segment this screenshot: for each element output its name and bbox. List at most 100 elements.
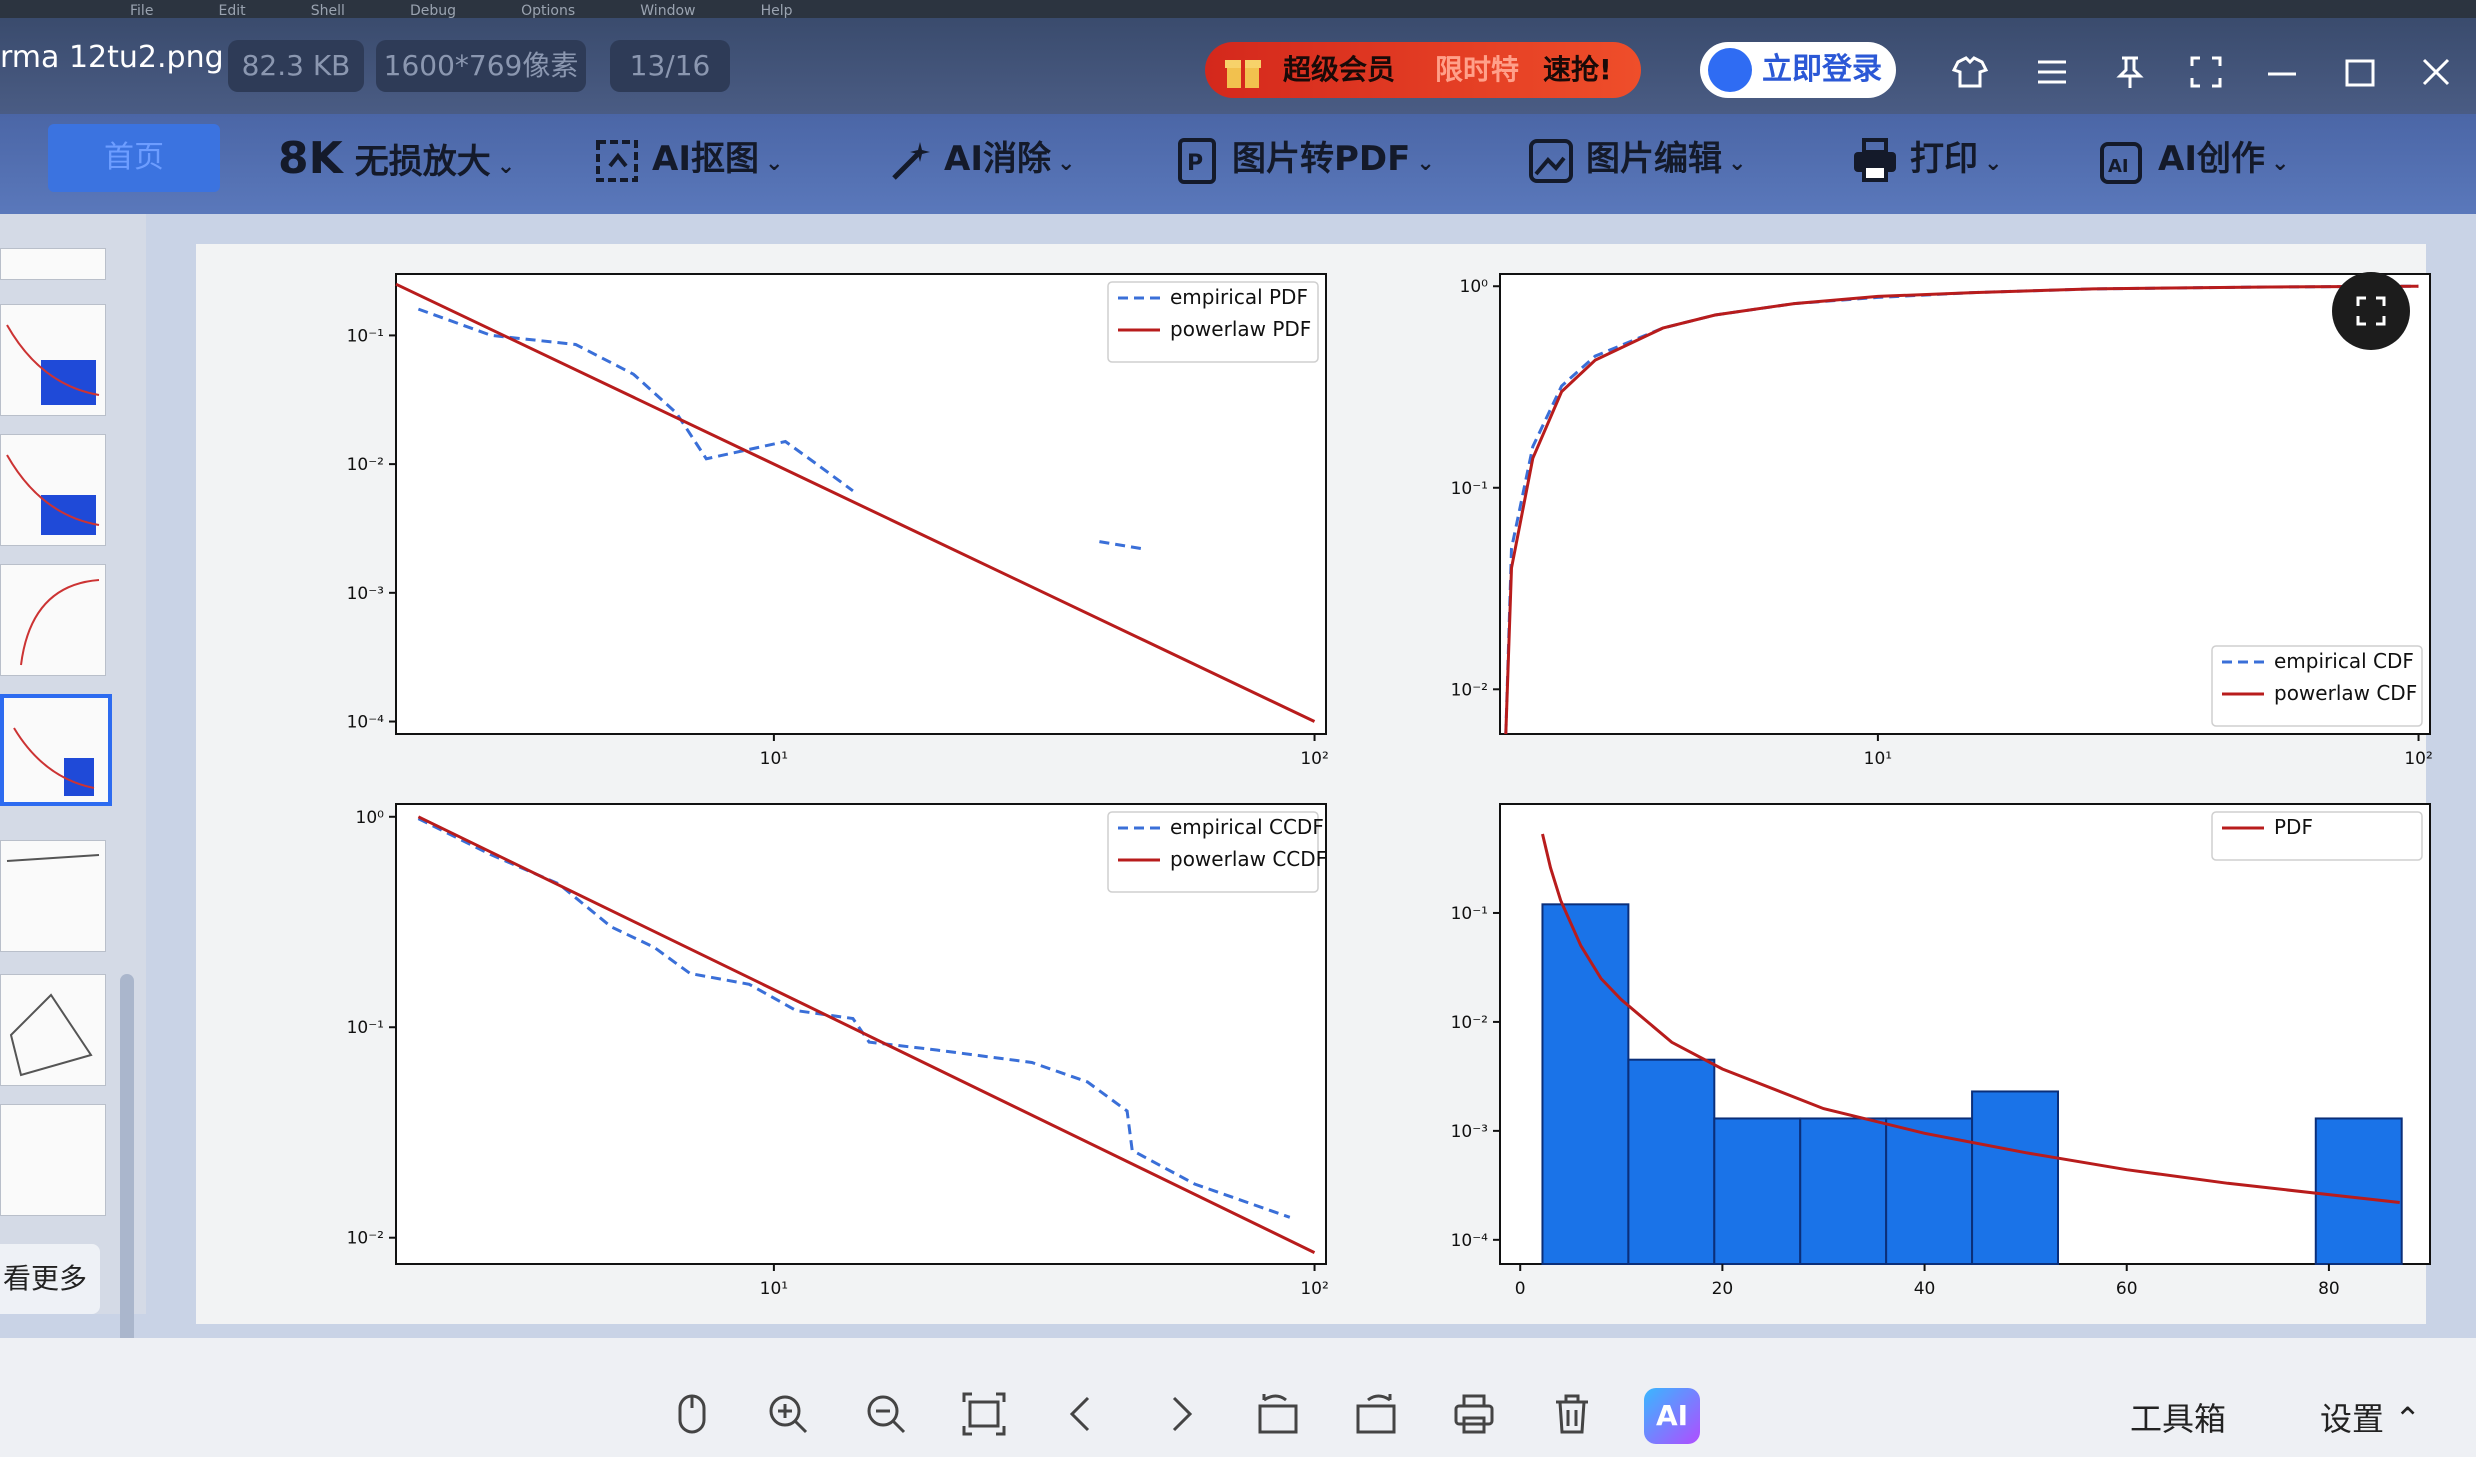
histogram-bar <box>1971 1090 2060 1265</box>
menu-item[interactable]: Edit <box>219 3 246 19</box>
menu-item[interactable]: Debug <box>410 3 456 19</box>
x-tick-label: 10² <box>1300 1279 1328 1299</box>
fit-screen-icon[interactable] <box>960 1390 1008 1438</box>
toolbox-button[interactable]: 工具箱 <box>2130 1394 2226 1440</box>
skin-icon[interactable] <box>1950 52 1990 92</box>
menu-item[interactable]: Options <box>521 3 575 19</box>
menu-item[interactable]: File <box>130 3 153 19</box>
legend-box <box>2211 811 2423 861</box>
8k-icon: 8K <box>278 133 343 184</box>
home-button[interactable]: 首页 <box>48 124 220 192</box>
y-tick-label: 10⁰ <box>1460 277 1489 297</box>
thumbnail-preview <box>6 854 100 862</box>
menu-item[interactable]: Window <box>640 3 695 19</box>
rotate-right-icon[interactable] <box>1352 1390 1400 1438</box>
svg-text:AI: AI <box>2108 156 2129 177</box>
menu-icon[interactable] <box>2032 52 2072 92</box>
delete-icon[interactable] <box>1548 1390 1596 1438</box>
tool-print[interactable]: 打印 ⌄ <box>1850 128 2002 190</box>
legend-label: empirical CDF <box>2274 649 2414 673</box>
zoom-out-icon[interactable] <box>862 1390 910 1438</box>
thumbnail[interactable] <box>0 840 106 952</box>
feature-toolbar: 首页 8K 无损放大 ⌄ AI抠图 ⌄ AI消除 ⌄ P 图片转PDF ⌄ 图片编辑 ⌄ 打印… <box>0 114 2476 214</box>
tool-label: AI消除 <box>944 139 1051 179</box>
sidebar-scrollbar[interactable] <box>120 974 134 1394</box>
chevron-down-icon: ⌄ <box>2270 151 2290 176</box>
y-tick-label: 10⁻² <box>1451 680 1488 700</box>
histogram-bar <box>2314 1117 2403 1265</box>
settings-button[interactable]: 设置 ⌃ <box>2320 1394 2421 1440</box>
x-tick-label: 10¹ <box>760 749 788 769</box>
thumbnail-active[interactable] <box>0 694 112 806</box>
tool-ai-create[interactable]: AI AI创作 ⌄ <box>2098 128 2289 190</box>
tool-lossless-upscale[interactable]: 8K 无损放大 ⌄ <box>278 128 515 190</box>
tool-image-edit[interactable]: 图片编辑 ⌄ <box>1526 128 1746 190</box>
x-tick-label: 80 <box>2318 1279 2340 1299</box>
zoom-in-icon[interactable] <box>764 1390 812 1438</box>
menu-item[interactable]: Shell <box>311 3 345 19</box>
legend-label: powerlaw PDF <box>1170 317 1311 341</box>
chart-svg: 10¹ 10² 10⁰ 10⁻¹ 10⁻² empirical CDF powerlaw C… <box>1451 273 2433 769</box>
legend-label: powerlaw CCDF <box>1170 847 1327 871</box>
thumbnail[interactable] <box>0 974 106 1086</box>
thumbnail[interactable] <box>0 1104 106 1216</box>
tool-ai-erase[interactable]: AI消除 ⌄ <box>884 128 1075 190</box>
chevron-down-icon: ⌄ <box>1416 151 1435 176</box>
thumbnail[interactable] <box>0 304 106 416</box>
login-button[interactable]: 立即登录 <box>1700 42 1896 98</box>
tool-label: 打印 <box>1910 139 1978 179</box>
thumbnail-preview <box>6 454 100 535</box>
y-tick-label: 10⁻¹ <box>347 1018 384 1038</box>
menu-item[interactable]: Help <box>761 3 793 19</box>
rotate-left-icon[interactable] <box>1254 1390 1302 1438</box>
gift-icon <box>1225 60 1261 88</box>
promo-button[interactable]: 超级会员 限时特 速抢! <box>1205 42 1641 98</box>
tool-ai-cutout[interactable]: AI抠图 ⌄ <box>592 128 783 190</box>
x-tick-label: 60 <box>2116 1279 2138 1299</box>
thumbnail[interactable] <box>0 564 106 676</box>
expand-icon <box>2356 296 2386 326</box>
prev-icon[interactable] <box>1058 1390 1106 1438</box>
y-tick-label: 10⁻⁴ <box>1451 1231 1489 1251</box>
ai-assistant-button[interactable]: AI <box>1644 1388 1700 1444</box>
chevron-down-icon: ⌄ <box>1728 151 1747 176</box>
maximize-icon[interactable] <box>2340 52 2380 92</box>
print-icon[interactable] <box>1450 1390 1498 1438</box>
y-tick-label: 10⁻¹ <box>1451 904 1488 924</box>
minimize-icon[interactable] <box>2262 52 2302 92</box>
fullscreen-view-button[interactable] <box>2332 272 2410 350</box>
thumbnail[interactable] <box>0 434 106 546</box>
chevron-down-icon: ⌄ <box>496 154 516 179</box>
thumbnail-preview <box>13 727 95 796</box>
y-tick-label: 10⁻² <box>1451 1013 1488 1033</box>
tool-label: AI创作 <box>2158 139 2265 179</box>
y-tick-label: 10⁻² <box>347 1229 384 1249</box>
thumbnail[interactable] <box>0 248 106 280</box>
x-tick-label: 10¹ <box>760 1279 788 1299</box>
page-counter: 13/16 <box>610 40 730 92</box>
tool-label: 图片转PDF <box>1232 139 1411 179</box>
x-tick-label: 40 <box>1914 1279 1936 1299</box>
tool-image-to-pdf[interactable]: P 图片转PDF ⌄ <box>1172 128 1435 190</box>
menubar: File Edit Shell Debug Options Window Hel… <box>0 0 2476 19</box>
pin-icon[interactable] <box>2110 52 2150 92</box>
thumbnail-preview <box>9 993 93 1077</box>
thumbnail-preview <box>6 324 100 405</box>
chart-ccdf-loglog: 10¹ 10² 10⁰ 10⁻¹ 10⁻² empirical CCDF powerlaw … <box>296 794 1356 1314</box>
x-tick-label: 10¹ <box>1864 749 1892 769</box>
mouse-icon[interactable] <box>668 1390 716 1438</box>
title-bar: rma 12tu2.png 82.3 KB 1600*769像素 13/16 超… <box>0 18 2476 114</box>
chart-cdf-loglog: 10¹ 10² 10⁰ 10⁻¹ 10⁻² empirical CDF powerlaw C… <box>1400 264 2460 784</box>
fullscreen-icon[interactable] <box>2186 52 2226 92</box>
close-icon[interactable] <box>2416 52 2456 92</box>
next-icon[interactable] <box>1156 1390 1204 1438</box>
svg-text:P: P <box>1187 151 1203 176</box>
x-tick-label: 20 <box>1712 1279 1734 1299</box>
avatar-icon <box>1708 48 1752 92</box>
x-tick-label: 10² <box>1300 749 1328 769</box>
login-label: 立即登录 <box>1762 52 1882 87</box>
histogram-bar <box>1713 1117 1802 1265</box>
y-tick-label: 10⁻¹ <box>1451 479 1488 499</box>
image-edit-icon <box>1529 138 1573 183</box>
see-more-button[interactable]: 看更多 <box>0 1244 100 1314</box>
